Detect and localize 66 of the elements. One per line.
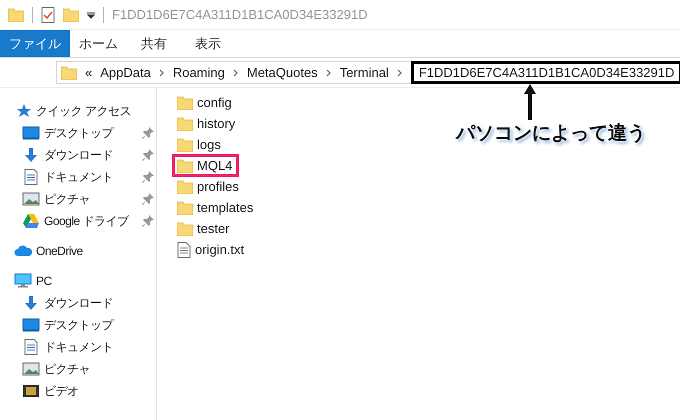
pictures-icon	[22, 191, 40, 207]
chevron-icon	[232, 68, 239, 76]
cloud-icon	[14, 243, 32, 259]
file-item[interactable]: logs	[177, 134, 225, 155]
nav-item[interactable]: ドキュメント	[0, 166, 156, 188]
address-field[interactable]: « AppData Roaming MetaQuotes Terminal F1DD1D6E7C4A311D1B1CA0D34E33291D	[56, 61, 680, 84]
breadcrumb[interactable]: Terminal	[340, 62, 389, 82]
video-icon	[22, 383, 40, 399]
pin-icon[interactable]	[142, 149, 154, 161]
nav-section[interactable]: PC	[0, 270, 156, 292]
file-item[interactable]: tester	[177, 218, 234, 239]
pin-icon[interactable]	[142, 193, 154, 205]
annotation-text: パソコンによって違う	[456, 122, 646, 146]
desktop-icon	[22, 317, 40, 333]
breadcrumb[interactable]: MetaQuotes	[246, 62, 318, 82]
folder-icon	[177, 138, 193, 152]
pictures-icon	[22, 361, 40, 377]
pin-icon[interactable]	[142, 127, 154, 139]
folder-icon	[177, 96, 193, 110]
pin-icon[interactable]	[142, 215, 154, 227]
folder-icon	[8, 8, 24, 22]
file-item[interactable]: config	[177, 92, 236, 113]
folder-icon	[177, 116, 193, 130]
file-item[interactable]: templates	[177, 197, 258, 218]
breadcrumb[interactable]: F1DD1D6E7C4A311D1B1CA0D34E33291D	[410, 61, 680, 84]
properties-icon[interactable]	[41, 6, 55, 22]
document-icon	[22, 339, 40, 355]
nav-item[interactable]: ピクチャ	[0, 188, 156, 210]
folder-icon	[177, 180, 193, 194]
folder-icon	[61, 66, 77, 80]
file-item[interactable]: history	[177, 113, 240, 134]
file-item[interactable]: profiles	[177, 176, 243, 197]
nav-item[interactable]: Google ドライブ	[0, 210, 156, 232]
file-item[interactable]: origin.txt	[177, 239, 248, 260]
ribbon-tab[interactable]: ファイル	[0, 30, 70, 57]
nav-item[interactable]: デスクトップ	[0, 314, 156, 336]
file-item[interactable]: MQL4	[172, 154, 240, 177]
chevron-icon	[396, 68, 403, 76]
desktop-icon	[22, 125, 40, 141]
chevron-icon	[326, 68, 332, 76]
nav-item[interactable]: ドキュメント	[0, 336, 156, 358]
breadcrumb[interactable]: Roaming	[172, 62, 225, 82]
nav-item[interactable]: ダウンロード	[0, 292, 156, 314]
pin-icon[interactable]	[142, 171, 154, 183]
nav-item[interactable]: ビデオ	[0, 380, 156, 402]
document-icon	[22, 169, 40, 185]
drive-icon	[22, 213, 40, 229]
nav-item[interactable]: デスクトップ	[0, 122, 156, 144]
document-icon	[177, 242, 191, 258]
folder-icon	[177, 200, 193, 214]
new-folder-icon	[63, 8, 79, 22]
nav-section[interactable]: クイック アクセス	[0, 100, 156, 122]
download-icon	[22, 295, 40, 311]
breadcrumb[interactable]: AppData	[100, 62, 151, 82]
overflow-button[interactable]: «	[85, 62, 92, 82]
window-title: F1DD1D6E7C4A311D1B1CA0D34E33291D	[112, 6, 368, 24]
chevron-icon	[158, 68, 165, 76]
download-icon	[22, 147, 40, 163]
folder-icon	[177, 222, 193, 236]
nav-item[interactable]: ダウンロード	[0, 144, 156, 166]
arrow-icon	[523, 84, 537, 120]
folder-icon	[177, 158, 193, 172]
nav-item[interactable]: ピクチャ	[0, 358, 156, 380]
nav-section[interactable]: OneDrive	[0, 240, 156, 262]
dropdown-icon[interactable]	[87, 10, 95, 18]
computer-icon	[14, 273, 32, 289]
